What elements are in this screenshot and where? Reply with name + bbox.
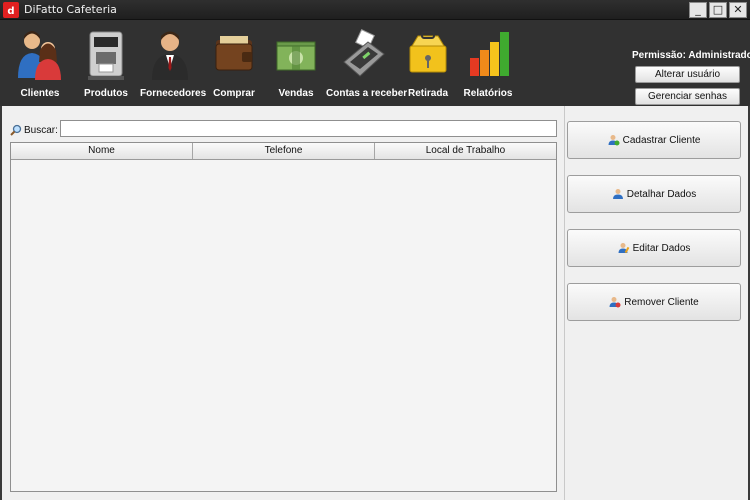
toolbar-item-fornecedores[interactable]: Fornecedores bbox=[140, 24, 207, 102]
close-button[interactable]: ✕ bbox=[729, 2, 747, 18]
minimize-button[interactable]: _ bbox=[689, 2, 707, 18]
app-logo-icon: d bbox=[3, 2, 19, 18]
main-toolbar: Clientes Produtos Fornecedores Comprar V… bbox=[0, 20, 750, 106]
register-client-label: Cadastrar Cliente bbox=[622, 134, 701, 146]
wallet-icon bbox=[215, 36, 253, 71]
remove-client-button[interactable]: Remover Cliente bbox=[567, 283, 741, 321]
toolbar-item-produtos[interactable]: Produtos bbox=[78, 24, 134, 102]
money-icon bbox=[276, 41, 316, 71]
edit-data-button[interactable]: Editar Dados bbox=[567, 229, 741, 267]
toolbar-label: Vendas bbox=[278, 88, 314, 99]
edit-data-label: Editar Dados bbox=[632, 242, 691, 254]
toolbar-item-comprar[interactable]: Comprar bbox=[206, 24, 262, 102]
toolbar-item-relatorios[interactable]: Relatórios bbox=[460, 24, 516, 102]
search-label-group: Buscar: bbox=[10, 124, 58, 136]
permission-label: Permissão: Administrador bbox=[632, 50, 750, 61]
search-icon bbox=[10, 124, 22, 136]
column-header-telefone[interactable]: Telefone bbox=[193, 143, 375, 159]
search-input[interactable] bbox=[60, 120, 557, 137]
toolbar-item-retirada[interactable]: Retirada bbox=[400, 24, 456, 102]
actions-panel: Cadastrar Cliente Detalhar Dados Editar … bbox=[564, 106, 748, 500]
users-icon bbox=[18, 31, 61, 80]
bar-chart-icon bbox=[470, 32, 509, 76]
user-icon bbox=[612, 189, 623, 199]
change-user-button[interactable]: Alterar usuário bbox=[635, 66, 740, 83]
toolbar-label: Contas a receber bbox=[326, 88, 408, 99]
user-add-icon bbox=[608, 135, 620, 146]
toolbar-label: Relatórios bbox=[463, 88, 513, 99]
remove-client-label: Remover Cliente bbox=[624, 296, 699, 308]
manage-passwords-button[interactable]: Gerenciar senhas bbox=[635, 88, 740, 105]
toolbar-label: Fornecedores bbox=[140, 88, 207, 99]
businessman-icon bbox=[152, 31, 188, 80]
window-title: DiFatto Cafeteria bbox=[24, 3, 117, 16]
user-remove-icon bbox=[609, 297, 621, 308]
coffee-machine-icon bbox=[88, 31, 124, 80]
user-edit-icon bbox=[618, 243, 629, 254]
toolbar-item-contas-a-receber[interactable]: Contas a receber bbox=[326, 24, 408, 102]
detail-data-label: Detalhar Dados bbox=[626, 188, 697, 200]
toolbar-item-vendas[interactable]: Vendas bbox=[268, 24, 324, 102]
column-header-local-de-trabalho[interactable]: Local de Trabalho bbox=[375, 143, 556, 159]
toolbar-label: Produtos bbox=[84, 88, 128, 99]
table-header: Nome Telefone Local de Trabalho bbox=[11, 143, 556, 160]
toolbar-label: Comprar bbox=[213, 88, 255, 99]
title-bar: d DiFatto Cafeteria _ □ ✕ bbox=[0, 0, 750, 20]
toolbar-label: Clientes bbox=[20, 88, 60, 99]
toolbar-item-clientes[interactable]: Clientes bbox=[12, 24, 68, 102]
detail-data-button[interactable]: Detalhar Dados bbox=[567, 175, 741, 213]
card-machine-icon bbox=[343, 29, 385, 77]
toolbar-label: Retirada bbox=[407, 88, 448, 99]
column-header-nome[interactable]: Nome bbox=[11, 143, 193, 159]
maximize-button[interactable]: □ bbox=[709, 2, 727, 18]
register-client-button[interactable]: Cadastrar Cliente bbox=[567, 121, 741, 159]
search-label: Buscar: bbox=[24, 124, 58, 136]
main-panel: Buscar: Nome Telefone Local de Trabalho … bbox=[2, 106, 748, 500]
cash-box-icon bbox=[409, 31, 447, 73]
clients-table: Nome Telefone Local de Trabalho bbox=[10, 142, 557, 492]
svg-text:d: d bbox=[7, 6, 14, 17]
